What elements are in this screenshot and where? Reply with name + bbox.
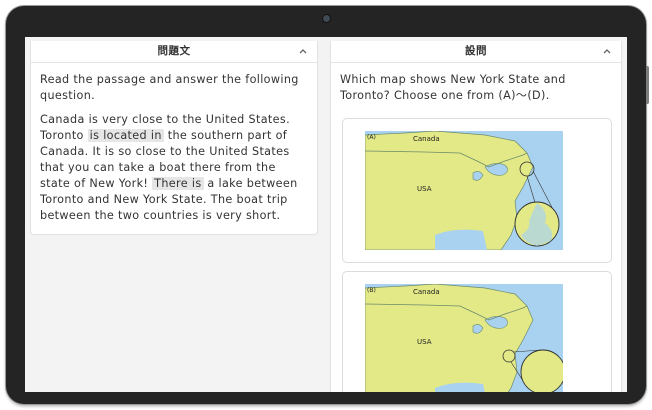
gulf-water [435,229,487,250]
screen: 問題文 Read the passage and answer the foll… [25,37,627,392]
side-button [646,66,649,104]
map-image-b: Canada USA (B) [365,284,563,392]
question-panel-title: 設問 [465,45,487,57]
question-panel-header[interactable]: 設問 [331,41,621,63]
zoom-inset [520,349,563,392]
map-option-label: (A) [367,134,376,141]
chevron-up-icon[interactable] [297,45,309,57]
map-land [365,284,534,392]
camera-icon [322,14,331,23]
passage-panel-title: 問題文 [157,45,191,57]
passage-panel-header[interactable]: 問題文 [31,41,317,63]
question-text: Which map shows New York State and Toron… [340,73,566,102]
map-option-a[interactable]: Canada USA (A) [342,118,612,263]
question-panel: 設問 Which map shows New York State and To… [330,41,622,392]
map-option-label: (B) [367,287,376,294]
passage-text: Canada is very close to the United State… [40,112,308,224]
highlight-phrase-2[interactable]: There is [152,177,204,190]
map-option-b[interactable]: Canada USA (B) [342,271,612,392]
chevron-up-icon[interactable] [601,45,613,57]
map-image-a: Canada USA (A) [365,131,563,250]
passage-instruction: Read the passage and answer the followin… [40,73,299,102]
tablet-frame: 問題文 Read the passage and answer the foll… [6,6,649,404]
map-label-usa: USA [417,185,432,193]
highlight-phrase-1[interactable]: is located in [87,129,164,142]
map-label-usa: USA [417,338,432,346]
map-label-canada: Canada [413,135,440,143]
passage-panel: 問題文 Read the passage and answer the foll… [30,41,318,235]
map-label-canada: Canada [413,288,440,296]
